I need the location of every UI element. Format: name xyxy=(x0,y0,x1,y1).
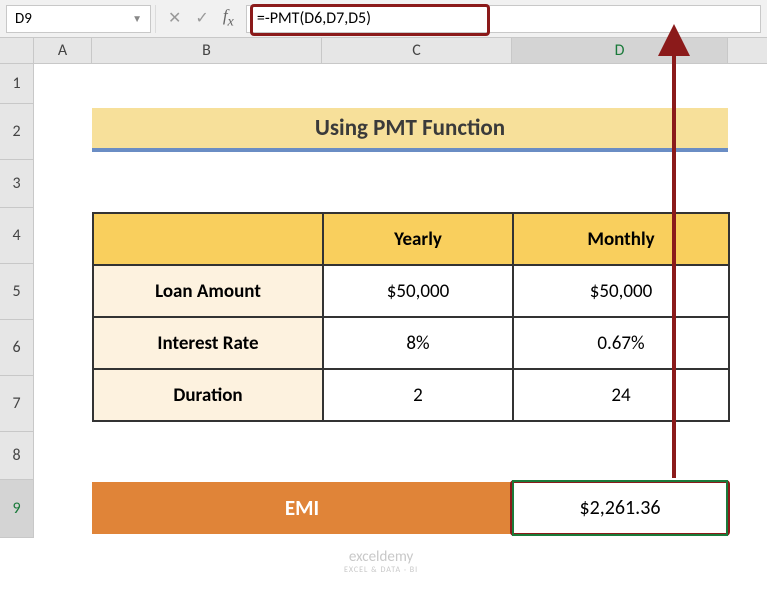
formula-text: =-PMT(D6,D7,D5) xyxy=(257,9,371,28)
table-row: Interest Rate 8% 0.67% xyxy=(93,317,729,369)
emi-row: EMI $2,261.36 xyxy=(92,482,728,534)
header-yearly: Yearly xyxy=(323,213,513,265)
watermark-main: exceldemy xyxy=(344,549,418,566)
watermark: exceldemy EXCEL & DATA · BI xyxy=(344,549,418,574)
emi-value: $2,261.36 xyxy=(580,496,661,520)
row-header-7[interactable]: 7 xyxy=(0,376,33,432)
cell-d7[interactable]: 24 xyxy=(513,369,729,421)
enter-icon[interactable]: ✓ xyxy=(195,8,208,28)
formula-bar: D9 ▼ ✕ ✓ fx =-PMT(D6,D7,D5) xyxy=(0,0,767,38)
row-header-4[interactable]: 4 xyxy=(0,208,33,264)
name-box-value: D9 xyxy=(15,10,32,28)
cell-c7[interactable]: 2 xyxy=(323,369,513,421)
row-header-1[interactable]: 1 xyxy=(0,64,33,104)
column-headers: A B C D xyxy=(0,38,767,64)
emi-label: EMI xyxy=(92,482,512,534)
name-box[interactable]: D9 ▼ xyxy=(6,5,151,33)
col-header-b[interactable]: B xyxy=(92,38,322,63)
select-all-corner[interactable] xyxy=(0,38,34,64)
formula-buttons: ✕ ✓ fx xyxy=(156,6,246,30)
fx-icon[interactable]: fx xyxy=(223,6,234,30)
label-duration: Duration xyxy=(93,369,323,421)
row-header-5[interactable]: 5 xyxy=(0,264,33,320)
cell-d9[interactable]: $2,261.36 xyxy=(512,482,728,534)
table-row: Loan Amount $50,000 $50,000 xyxy=(93,265,729,317)
row-header-8[interactable]: 8 xyxy=(0,432,33,480)
row-header-3[interactable]: 3 xyxy=(0,160,33,208)
formula-input[interactable]: =-PMT(D6,D7,D5) xyxy=(246,5,761,33)
label-interest-rate: Interest Rate xyxy=(93,317,323,369)
col-header-a[interactable]: A xyxy=(34,38,92,63)
row-header-2[interactable]: 2 xyxy=(0,104,33,160)
row-header-9[interactable]: 9 xyxy=(0,480,33,538)
cancel-icon[interactable]: ✕ xyxy=(168,8,181,28)
row-headers: 1 2 3 4 5 6 7 8 9 xyxy=(0,64,34,538)
header-monthly: Monthly xyxy=(513,213,729,265)
row-header-6[interactable]: 6 xyxy=(0,320,33,376)
col-header-c[interactable]: C xyxy=(322,38,512,63)
loan-table: Yearly Monthly Loan Amount $50,000 $50,0… xyxy=(92,212,730,422)
col-header-d[interactable]: D xyxy=(512,38,728,63)
label-loan-amount: Loan Amount xyxy=(93,265,323,317)
cell-c6[interactable]: 8% xyxy=(323,317,513,369)
grid-area: 1 2 3 4 5 6 7 8 9 Using PMT Function Yea… xyxy=(0,64,767,538)
cell-d5[interactable]: $50,000 xyxy=(513,265,729,317)
cell-d6[interactable]: 0.67% xyxy=(513,317,729,369)
header-empty xyxy=(93,213,323,265)
cells-area[interactable]: Using PMT Function Yearly Monthly Loan A… xyxy=(34,64,767,538)
watermark-sub: EXCEL & DATA · BI xyxy=(344,566,418,575)
cell-c5[interactable]: $50,000 xyxy=(323,265,513,317)
chevron-down-icon[interactable]: ▼ xyxy=(132,12,142,25)
page-title: Using PMT Function xyxy=(92,108,728,152)
table-row: Duration 2 24 xyxy=(93,369,729,421)
